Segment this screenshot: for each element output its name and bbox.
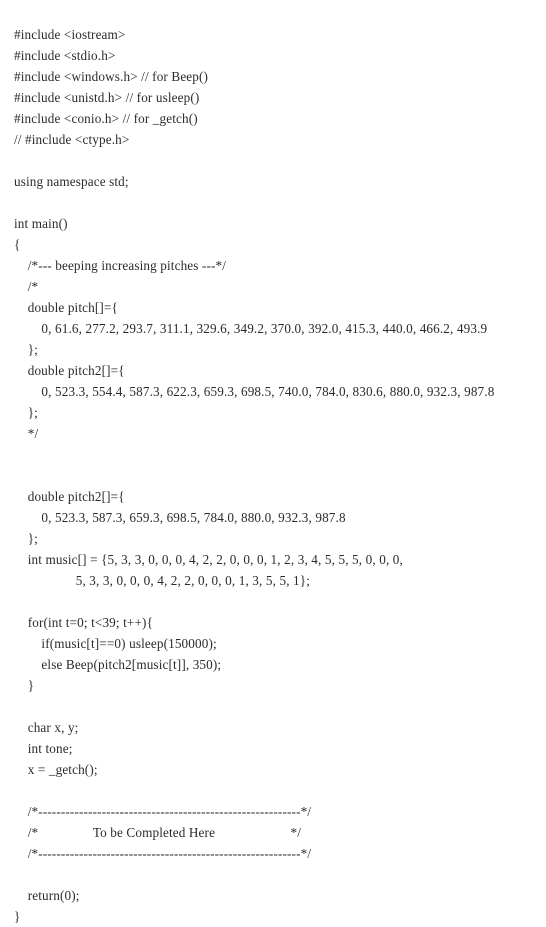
code-line: #include <iostream> [14, 27, 126, 42]
code-line: for(int t=0; t<39; t++){ [14, 615, 154, 630]
code-line: using namespace std; [14, 174, 129, 189]
code-line: #include <stdio.h> [14, 48, 116, 63]
code-line: 0, 523.3, 587.3, 659.3, 698.5, 784.0, 88… [14, 510, 346, 525]
code-line: char x, y; [14, 720, 79, 735]
code-line: } [14, 678, 35, 693]
code-line: return(0); [14, 888, 80, 903]
code-line: }; [14, 531, 38, 546]
code-line: 0, 61.6, 277.2, 293.7, 311.1, 329.6, 349… [14, 321, 488, 336]
code-line: /*--- beeping increasing pitches ---*/ [14, 258, 227, 273]
code-line: /* To be Completed Here */ [14, 825, 302, 840]
code-line: int tone; [14, 741, 73, 756]
code-line: x = _getch(); [14, 762, 98, 777]
code-line: int main() [14, 216, 68, 231]
code-line: } [14, 909, 21, 924]
code-line: /*--------------------------------------… [14, 804, 312, 819]
code-line: */ [14, 426, 39, 441]
code-line: if(music[t]==0) usleep(150000); [14, 636, 217, 651]
code-line: double pitch2[]={ [14, 489, 125, 504]
code-line: 5, 3, 3, 0, 0, 0, 4, 2, 2, 0, 0, 0, 1, 3… [14, 573, 311, 588]
code-line: /* [14, 279, 39, 294]
code-line: #include <windows.h> // for Beep() [14, 69, 209, 84]
code-line: double pitch2[]={ [14, 363, 125, 378]
code-line: int music[] = {5, 3, 3, 0, 0, 0, 4, 2, 2… [14, 552, 403, 567]
code-line: }; [14, 342, 38, 357]
code-listing: #include <iostream> #include <stdio.h> #in… [0, 0, 546, 924]
code-line: else Beep(pitch2[music[t]], 350); [14, 657, 222, 672]
code-line: double pitch[]={ [14, 300, 118, 315]
code-line: /*--------------------------------------… [14, 846, 312, 861]
code-line: #include <unistd.h> // for usleep() [14, 90, 200, 105]
code-line: { [14, 237, 21, 252]
code-line: // #include <ctype.h> [14, 132, 130, 147]
code-line: 0, 523.3, 554.4, 587.3, 622.3, 659.3, 69… [14, 384, 495, 399]
code-line: #include <conio.h> // for _getch() [14, 111, 198, 126]
code-line: }; [14, 405, 38, 420]
